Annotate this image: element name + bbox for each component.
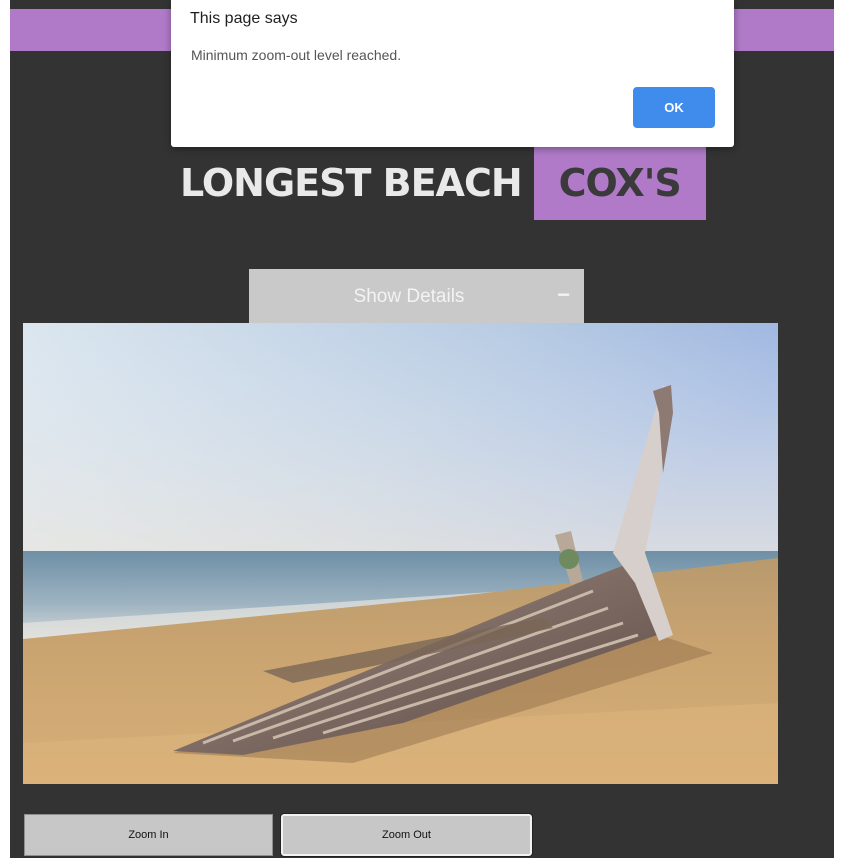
show-details-toggle[interactable]: Show Details − xyxy=(249,269,584,324)
title-badge: COX'S xyxy=(533,146,706,220)
zoom-out-button[interactable]: Zoom Out xyxy=(280,813,533,857)
alert-message: Minimum zoom-out level reached. xyxy=(191,47,402,63)
beach-boat-photo xyxy=(23,323,778,784)
show-details-label: Show Details xyxy=(353,286,465,307)
zoom-in-button[interactable]: Zoom In xyxy=(24,814,273,856)
page-title: LONGEST BEACH COX'S xyxy=(180,146,706,220)
title-text: LONGEST BEACH xyxy=(180,161,523,205)
minus-icon: − xyxy=(557,282,570,307)
alert-title: This page says xyxy=(190,10,298,27)
alert-dialog: This page says Minimum zoom-out level re… xyxy=(171,0,734,147)
alert-ok-button[interactable]: OK xyxy=(633,87,715,128)
